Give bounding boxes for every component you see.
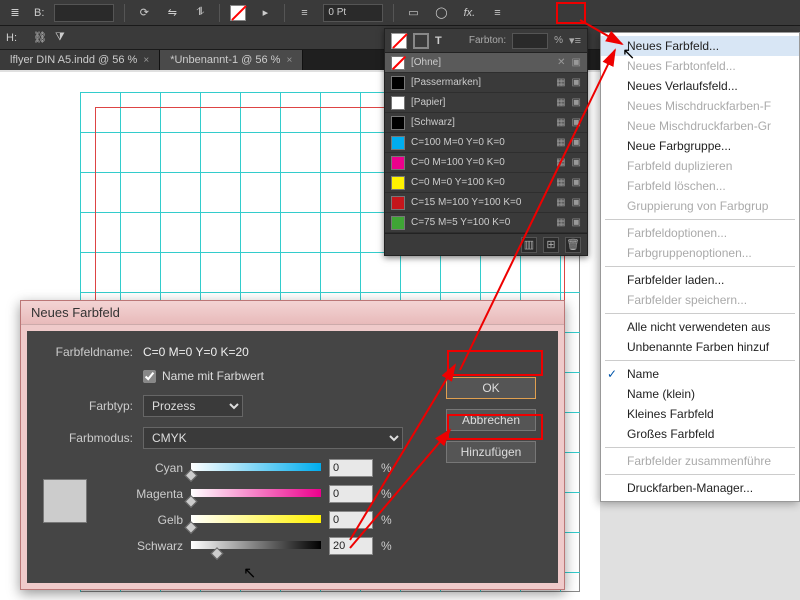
- annotation-arrow: [0, 0, 800, 600]
